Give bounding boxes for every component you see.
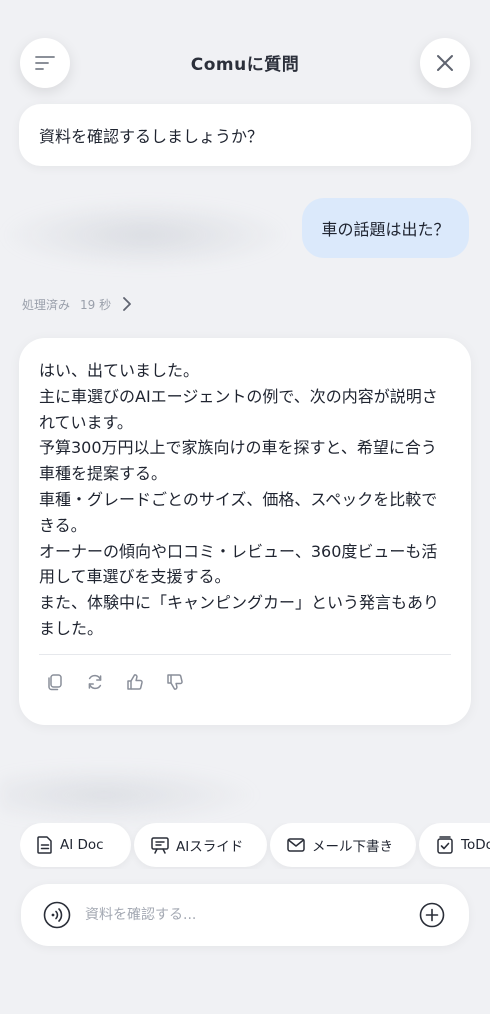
todo-icon: [437, 836, 453, 854]
chip-label: ToDo: [461, 837, 490, 853]
refresh-icon[interactable]: [85, 672, 105, 692]
chip-mail-draft[interactable]: メール下書き: [270, 823, 416, 867]
quick-action-chips: AI Doc AIスライド メール下書き ToDo: [20, 823, 490, 869]
chip-label: AIスライド: [176, 839, 244, 855]
chip-ai-doc[interactable]: AI Doc: [20, 823, 131, 867]
thumbs-down-icon[interactable]: [165, 672, 185, 692]
answer-line: 予算300万円以上で家族向けの車を探すと、希望に合う車種を提案する。: [39, 438, 437, 484]
plus-icon: [419, 902, 445, 928]
answer-line: 車種・グレードごとのサイズ、価格、スペックを比較できる。: [39, 489, 438, 535]
answer-line: はい、出ていました。: [39, 361, 200, 380]
blurred-content: [0, 200, 290, 270]
chat-input[interactable]: 資料を確認する...: [85, 904, 196, 924]
suggested-prompt-card[interactable]: 資料を確認するしましょうか？: [19, 104, 471, 166]
thumbs-up-icon[interactable]: [125, 672, 145, 692]
voice-input-button[interactable]: [43, 901, 71, 929]
user-message-bubble: 車の話題は出た？: [302, 198, 469, 258]
answer-actions: [45, 672, 185, 692]
chip-label: メール下書き: [312, 839, 393, 855]
assistant-answer-card: はい、出ていました。 主に車選びのAIエージェントの例で、次の内容が説明されてい…: [19, 338, 471, 725]
blurred-content: [0, 765, 260, 825]
answer-line: また、体験中に「キャンピングカー」という発言もありました。: [39, 593, 440, 638]
answer-line: 主に車選びのAIエージェントの例で、次の内容が説明されています。: [39, 386, 438, 432]
close-button[interactable]: [420, 38, 470, 88]
voice-icon: [43, 901, 71, 929]
chip-ai-slide[interactable]: AIスライド: [134, 823, 267, 867]
chat-screen: Comuに質問 資料を確認するしましょうか？ 車の話題は出た？ 処理済み 19 …: [0, 0, 490, 1014]
slide-icon: [151, 837, 169, 854]
chip-todo[interactable]: ToDo: [419, 823, 490, 867]
user-message-text: 車の話題は出た？: [321, 220, 450, 239]
document-icon: [37, 836, 52, 854]
suggested-prompt-text: 資料を確認するしましょうか？: [39, 127, 264, 146]
copy-icon[interactable]: [45, 672, 65, 692]
page-title: Comuに質問: [190, 55, 300, 75]
add-button[interactable]: [419, 902, 445, 928]
chip-label: AI Doc: [60, 837, 104, 853]
divider: [39, 654, 451, 655]
chat-input-bar: 資料を確認する...: [21, 884, 469, 946]
processing-status[interactable]: 処理済み 19 秒: [22, 294, 133, 314]
answer-text: はい、出ていました。 主に車選びのAIエージェントの例で、次の内容が説明されてい…: [39, 358, 451, 642]
mail-icon: [287, 838, 305, 852]
close-icon: [437, 55, 453, 71]
chevron-right-icon: [123, 297, 132, 311]
answer-line: オーナーの傾向や口コミ・レビュー、360度ビューも活用して車選びを支援する。: [39, 541, 438, 587]
processing-label: 処理済み: [22, 297, 71, 312]
processing-duration: 19 秒: [80, 297, 112, 312]
